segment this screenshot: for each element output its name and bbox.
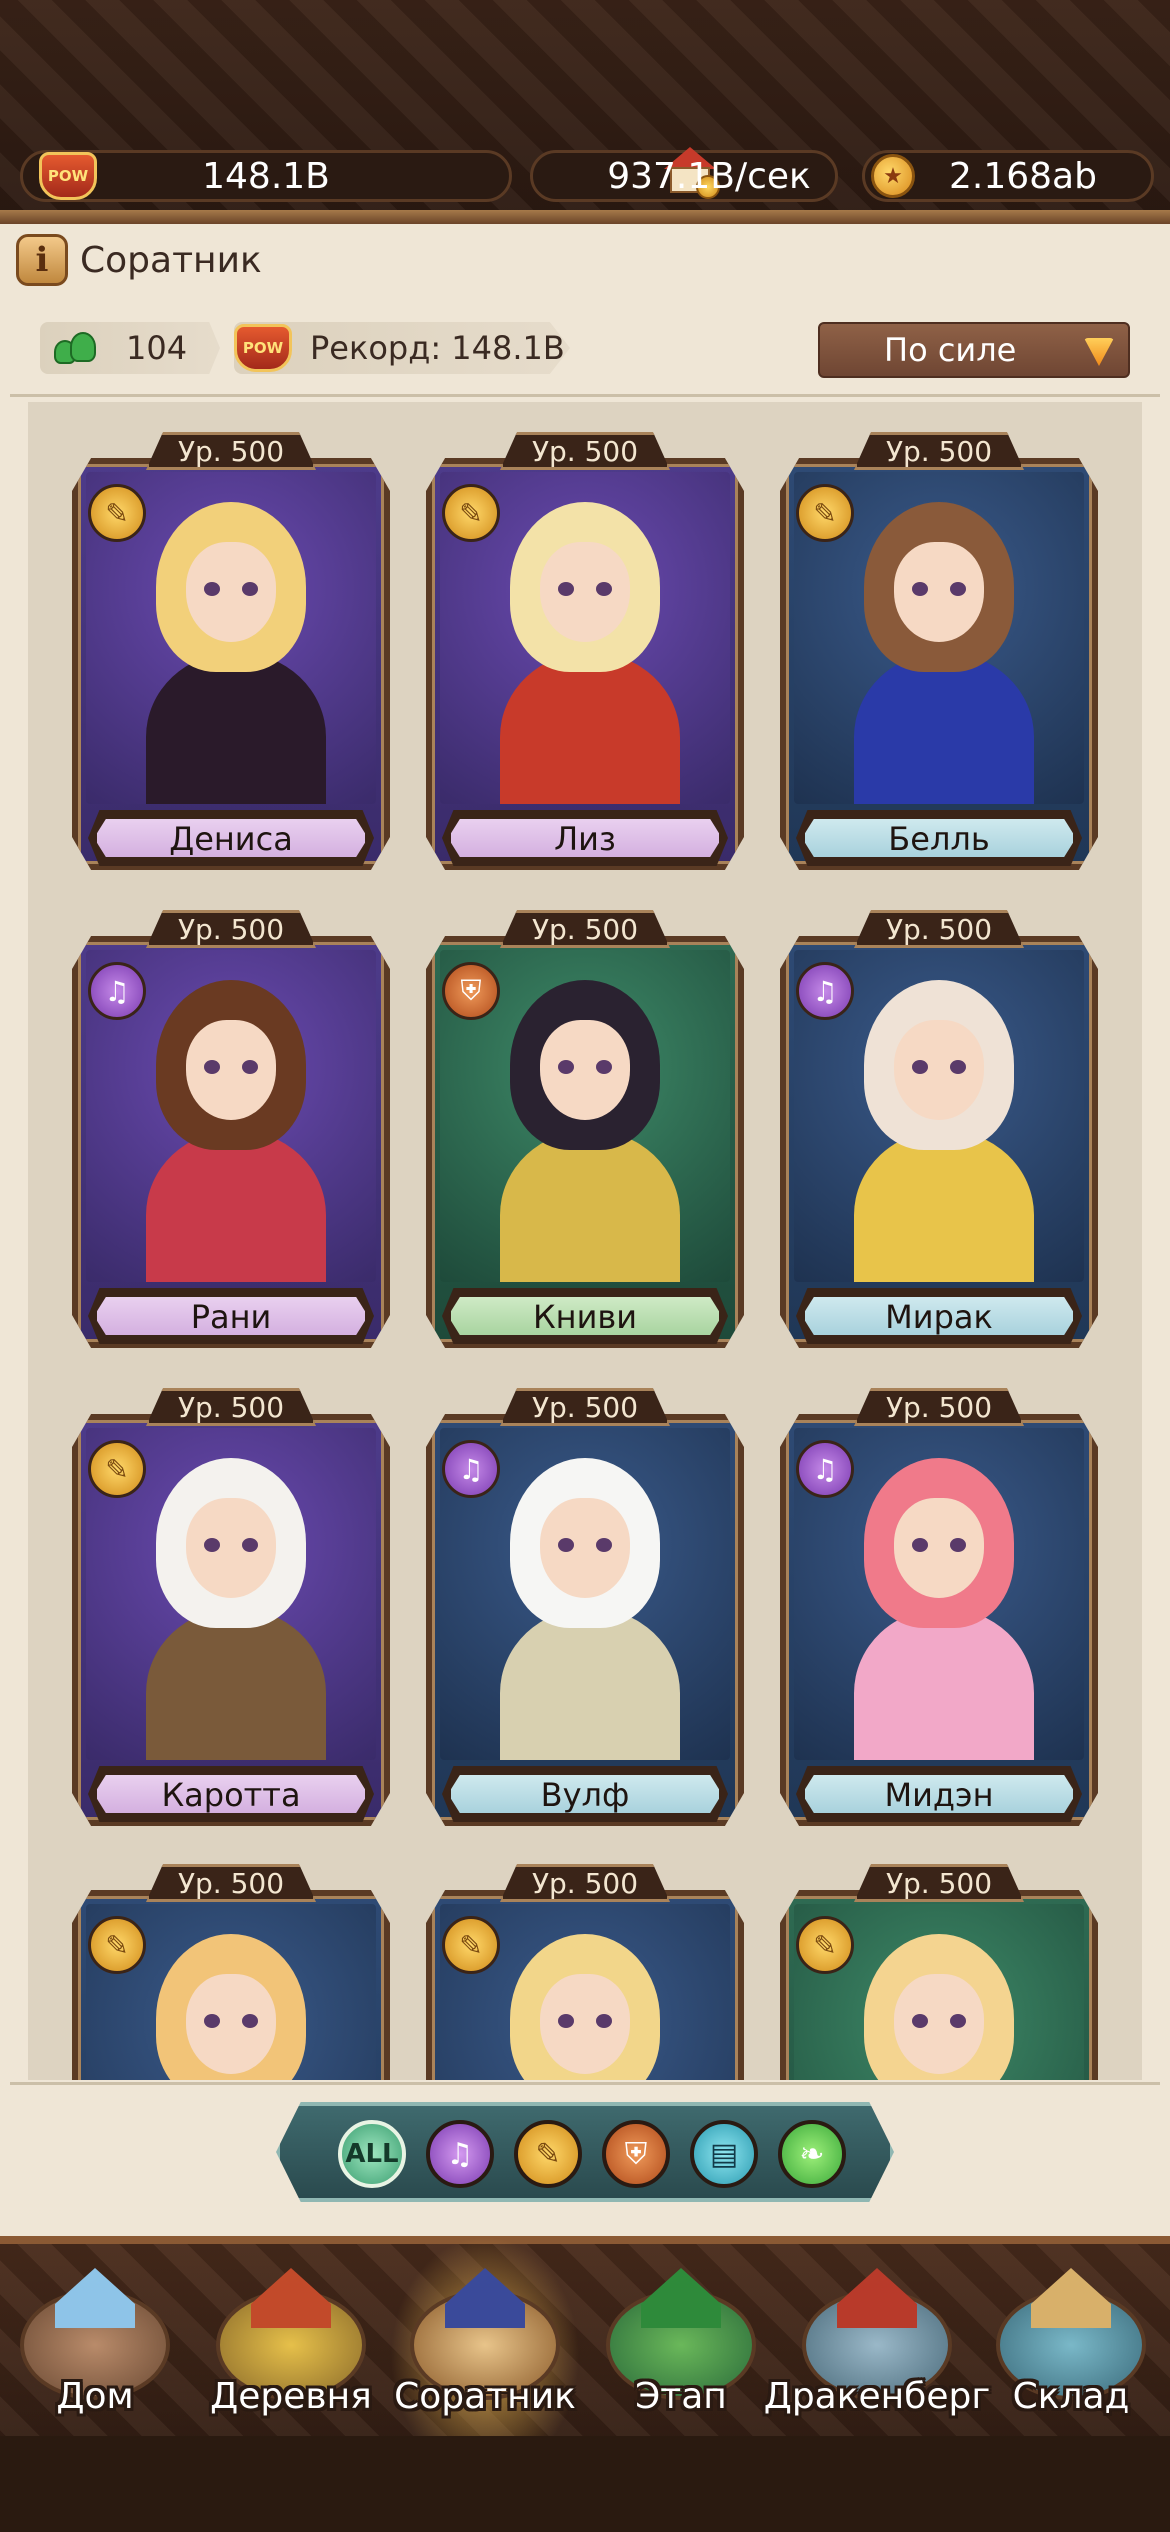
companion-card[interactable]: Ур. 500 ♫ Мирак bbox=[780, 906, 1098, 1350]
card-level: Ур. 500 bbox=[500, 432, 670, 470]
harp-icon: ♫ bbox=[796, 1440, 854, 1498]
companion-count-value: 104 bbox=[126, 329, 188, 367]
filter-broom-icon[interactable]: ✎ bbox=[514, 2120, 582, 2188]
bottom-strip bbox=[0, 2436, 1170, 2532]
harp-icon: ♫ bbox=[442, 1440, 500, 1498]
power-icon: POW bbox=[234, 324, 292, 372]
companion-card[interactable]: Ур. 500 ⛨ Книви bbox=[426, 906, 744, 1350]
coin-resource: ★ 2.168ab bbox=[862, 150, 1154, 202]
card-level: Ур. 500 bbox=[854, 1864, 1024, 1902]
companion-card[interactable]: Ур. 500 ✎ bbox=[426, 1860, 744, 2080]
companion-name: Мидэн bbox=[802, 1772, 1076, 1816]
divider-bottom bbox=[10, 2082, 1160, 2085]
filter-book-icon[interactable]: ▤ bbox=[690, 2120, 758, 2188]
people-icon bbox=[52, 330, 98, 366]
card-level: Ур. 500 bbox=[854, 1388, 1024, 1426]
broom-icon: ✎ bbox=[442, 1916, 500, 1974]
card-level: Ур. 500 bbox=[854, 910, 1024, 948]
nav-village[interactable]: Деревня bbox=[196, 2250, 386, 2430]
coin-value: 2.168ab bbox=[949, 155, 1097, 197]
harp-icon: ♫ bbox=[88, 962, 146, 1020]
companion-grid: Ур. 500 ✎ Дениса Ур. 500 ✎ Лиз Ур. 500 ✎ Белль Ур… bbox=[28, 402, 1142, 2080]
card-level: Ур. 500 bbox=[500, 1864, 670, 1902]
shield-icon: ⛨ bbox=[442, 962, 500, 1020]
power-record: POW Рекорд: 148.1B bbox=[234, 322, 570, 374]
filter-wing-icon[interactable]: ❧ bbox=[778, 2120, 846, 2188]
broom-icon: ✎ bbox=[796, 484, 854, 542]
companion-card[interactable]: Ур. 500 ✎ Дениса bbox=[72, 428, 390, 872]
broom-icon: ✎ bbox=[442, 484, 500, 542]
companion-count: 104 bbox=[40, 322, 220, 374]
companion-card[interactable]: Ур. 500 ✎ Белль bbox=[780, 428, 1098, 872]
companion-name: Вулф bbox=[448, 1772, 722, 1816]
panel-title-row: i Соратник bbox=[16, 232, 262, 288]
nav-storage[interactable]: Склад bbox=[976, 2250, 1166, 2430]
companion-name: Рани bbox=[94, 1294, 368, 1338]
nav-stage[interactable]: Этап bbox=[586, 2250, 776, 2430]
companion-card[interactable]: Ур. 500 ✎ Каротта bbox=[72, 1384, 390, 1828]
sort-dropdown[interactable]: По силе bbox=[818, 322, 1130, 378]
companion-name: Книви bbox=[448, 1294, 722, 1338]
chevron-down-icon bbox=[1084, 338, 1114, 366]
sort-selected-label: По силе bbox=[884, 331, 1017, 369]
filter-harp-icon[interactable]: ♫ bbox=[426, 2120, 494, 2188]
income-value: 937.1B/сек bbox=[607, 155, 811, 197]
broom-icon: ✎ bbox=[88, 1440, 146, 1498]
card-level: Ур. 500 bbox=[146, 910, 316, 948]
companion-card[interactable]: Ур. 500 ♫ Рани bbox=[72, 906, 390, 1350]
companion-card[interactable]: Ур. 500 ✎ Лиз bbox=[426, 428, 744, 872]
card-level: Ур. 500 bbox=[854, 432, 1024, 470]
broom-icon: ✎ bbox=[88, 1916, 146, 1974]
card-level: Ур. 500 bbox=[146, 1388, 316, 1426]
companion-name: Мирак bbox=[802, 1294, 1076, 1338]
companion-name: Каротта bbox=[94, 1772, 368, 1816]
companion-card[interactable]: Ур. 500 ✎ bbox=[72, 1860, 390, 2080]
companion-name: Дениса bbox=[94, 816, 368, 860]
info-icon[interactable]: i bbox=[16, 234, 68, 286]
card-level: Ур. 500 bbox=[500, 910, 670, 948]
companion-name: Белль bbox=[802, 816, 1076, 860]
nav-home[interactable]: Дом bbox=[0, 2250, 190, 2430]
nav-drakenberg[interactable]: Дракенберг bbox=[764, 2250, 990, 2430]
card-level: Ур. 500 bbox=[500, 1388, 670, 1426]
divider-top bbox=[10, 394, 1160, 397]
nav-storage-label: Склад bbox=[1012, 2376, 1130, 2417]
page-title: Соратник bbox=[80, 239, 262, 281]
card-level: Ур. 500 bbox=[146, 432, 316, 470]
broom-icon: ✎ bbox=[88, 484, 146, 542]
power-record-label: Рекорд: 148.1B bbox=[310, 329, 565, 367]
power-resource: POW 148.1B bbox=[20, 150, 512, 202]
income-resource: 937.1B/сек bbox=[530, 147, 838, 202]
companion-card[interactable]: Ур. 500 ✎ bbox=[780, 1860, 1098, 2080]
harp-icon: ♫ bbox=[796, 962, 854, 1020]
top-bar-border bbox=[0, 210, 1170, 224]
filter-all-button[interactable]: ALL bbox=[338, 2120, 406, 2188]
companion-card[interactable]: Ур. 500 ♫ Мидэн bbox=[780, 1384, 1098, 1828]
companion-name: Лиз bbox=[448, 816, 722, 860]
card-level: Ур. 500 bbox=[146, 1864, 316, 1902]
power-value: 148.1B bbox=[202, 155, 330, 197]
companion-card[interactable]: Ур. 500 ♫ Вулф bbox=[426, 1384, 744, 1828]
nav-companion[interactable]: Соратник bbox=[390, 2236, 580, 2436]
filter-shield-icon[interactable]: ⛨ bbox=[602, 2120, 670, 2188]
broom-icon: ✎ bbox=[796, 1916, 854, 1974]
